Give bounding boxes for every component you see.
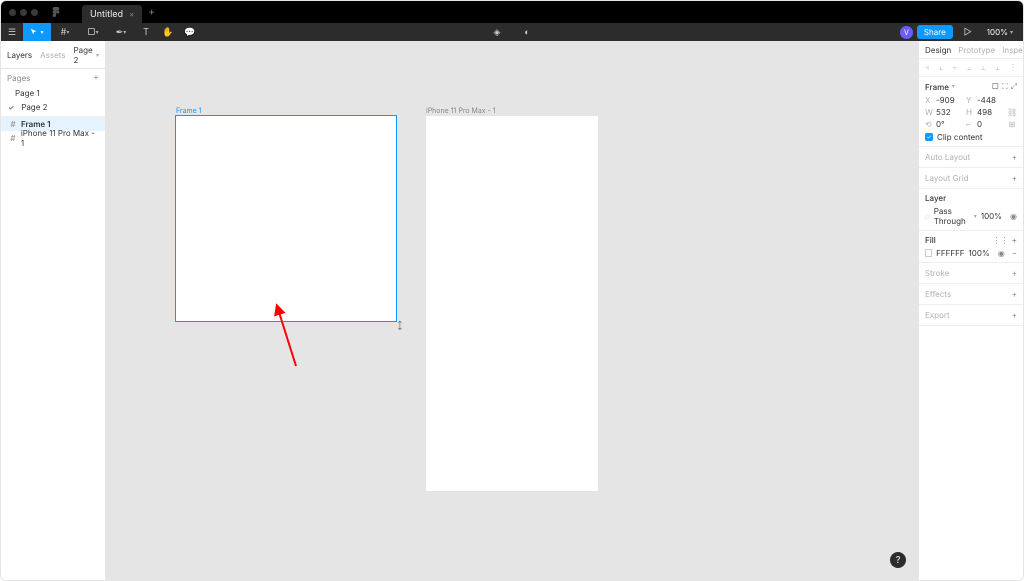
clip-label: Clip content [937,132,983,142]
style-icon[interactable]: ⋮⋮ [993,235,1009,245]
align-right-icon[interactable]: ⫟ [952,62,957,73]
page-item[interactable]: Page 1 [1,86,105,100]
move-tool[interactable]: ▾ [23,23,51,41]
fill-hex[interactable]: FFFFFF [936,248,964,258]
align-hcenter-icon[interactable]: ⫠ [938,62,943,73]
toolbar: ☰ ▾ # ▾ ▢ ▾ ✒ ▾ T ✋ 💬 ◈ ◐ V Share ▷ 100%… [1,23,1023,41]
chevron-down-icon[interactable]: ▾ [974,213,977,220]
component-icon[interactable]: ◈ [486,23,508,41]
zoom-value: 100% [987,27,1008,37]
rotation-input[interactable] [936,119,963,129]
menu-icon[interactable]: ☰ [1,23,23,41]
prototype-tab[interactable]: Prototype [958,45,995,55]
auto-layout-section[interactable]: Auto Layout + [919,147,1023,168]
frame-icon: # [9,120,17,128]
file-tab[interactable]: Untitled × [82,5,142,23]
present-icon[interactable]: ▷ [957,23,979,41]
minimize-window-icon[interactable] [20,9,27,16]
rotation-icon: ⟲ [925,119,933,129]
page-item[interactable]: Page 2 [1,100,105,114]
width-input[interactable] [936,107,963,117]
assets-tab[interactable]: Assets [40,50,65,60]
fill-opacity[interactable]: 100% [969,248,990,258]
figma-logo-icon[interactable] [50,6,62,18]
canvas[interactable]: Frame 1 ⤡ iPhone 11 Pro Max - 1 ? [106,41,918,580]
zoom-control[interactable]: 100% ▾ [983,27,1017,37]
frame-tool[interactable]: # ▾ [51,23,79,41]
new-tab-button[interactable]: + [142,6,161,18]
frame-icon: # [9,134,17,142]
shape-tool[interactable]: ▢ ▾ [79,23,107,41]
maximize-window-icon[interactable] [31,9,38,16]
align-left-icon[interactable]: ⫞ [925,62,929,73]
plus-icon[interactable]: + [1012,173,1017,183]
resize-fill-icon[interactable]: ⤢ [1011,81,1017,92]
hand-tool[interactable]: ✋ [157,23,179,41]
right-panel: Design Prototype Inspect ⫞ ⫠ ⫟ ⫠ ⫠ ⫠ ⋮ F… [918,41,1023,580]
chevron-down-icon: ▾ [1010,29,1013,36]
pen-tool[interactable]: ✒ ▾ [107,23,135,41]
plus-icon[interactable]: + [1012,289,1017,299]
titlebar: Untitled × + [1,1,1023,23]
text-tool[interactable]: T [135,23,157,41]
corner-icon: ⌐ [966,119,974,129]
y-input[interactable] [977,95,1004,105]
pages-header: Pages + [1,69,105,86]
fill-section: Fill ⋮⋮ + FFFFFF 100% ◉ − [919,231,1023,263]
design-tab[interactable]: Design [925,45,951,55]
minus-icon[interactable]: − [1012,248,1017,258]
independent-corners-icon[interactable]: ⊞ [1007,119,1017,129]
resize-fit-icon[interactable]: ▢ [992,81,999,92]
plus-icon[interactable]: + [1012,152,1017,162]
chevron-down-icon: ▾ [96,52,99,59]
left-panel: Layers Assets Page 2 ▾ Pages + Page 1 Pa… [1,41,106,580]
distribute-icon[interactable]: ⋮ [1009,62,1017,73]
canvas-frame[interactable]: Frame 1 [176,116,396,321]
page-selector[interactable]: Page 2 ▾ [74,45,99,65]
close-tab-icon[interactable]: × [129,9,134,19]
help-button[interactable]: ? [890,552,906,568]
eye-icon[interactable]: ◉ [1010,211,1017,221]
align-row: ⫞ ⫠ ⫟ ⫠ ⫠ ⫠ ⋮ [919,59,1023,77]
frame-label[interactable]: Frame 1 [176,106,202,115]
orientation-icon[interactable]: ⛶ [1002,81,1008,92]
eye-icon[interactable]: ◉ [998,248,1005,258]
chevron-down-icon[interactable]: ▾ [952,83,955,90]
height-input[interactable] [977,107,1004,117]
stroke-section[interactable]: Stroke + [919,263,1023,284]
align-vcenter-icon[interactable]: ⫠ [981,62,986,73]
align-top-icon[interactable]: ⫠ [967,62,972,73]
layers-tab[interactable]: Layers [7,50,32,60]
frame-label[interactable]: iPhone 11 Pro Max - 1 [426,106,496,115]
fill-swatch[interactable] [925,249,932,257]
file-tab-title: Untitled [90,9,123,20]
corner-input[interactable] [977,119,1004,129]
layout-grid-section[interactable]: Layout Grid + [919,168,1023,189]
export-section[interactable]: Export + [919,305,1023,326]
effects-section[interactable]: Effects + [919,284,1023,305]
blend-mode[interactable]: Pass Through [934,206,970,226]
add-page-button[interactable]: + [93,72,99,83]
layer-item-frame[interactable]: # iPhone 11 Pro Max - 1 [1,131,105,145]
share-button[interactable]: Share [917,25,953,39]
close-window-icon[interactable] [9,9,16,16]
canvas-frame[interactable]: iPhone 11 Pro Max - 1 [426,116,598,491]
comment-tool[interactable]: 💬 [179,23,201,41]
mask-icon[interactable]: ◐ [516,23,538,41]
plus-icon[interactable]: + [1012,310,1017,320]
clip-checkbox[interactable]: ✓ [925,133,933,141]
opacity-value[interactable]: 100% [981,211,1002,221]
align-bottom-icon[interactable]: ⫠ [995,62,1000,73]
blend-icon[interactable]: ◌ [925,211,930,221]
inspect-tab[interactable]: Inspect [1002,45,1024,55]
frame-section: Frame ▾ ▢ ⛶ ⤢ X Y W H ⛓ ⟲ [919,77,1023,147]
constrain-icon[interactable]: ⛓ [1007,107,1017,117]
plus-icon[interactable]: + [1012,268,1017,278]
x-input[interactable] [936,95,963,105]
user-avatar[interactable]: V [900,26,913,39]
plus-icon[interactable]: + [1012,235,1017,245]
window-controls[interactable] [1,9,46,16]
layer-section: Layer ◌ Pass Through ▾ 100% ◉ [919,189,1023,231]
